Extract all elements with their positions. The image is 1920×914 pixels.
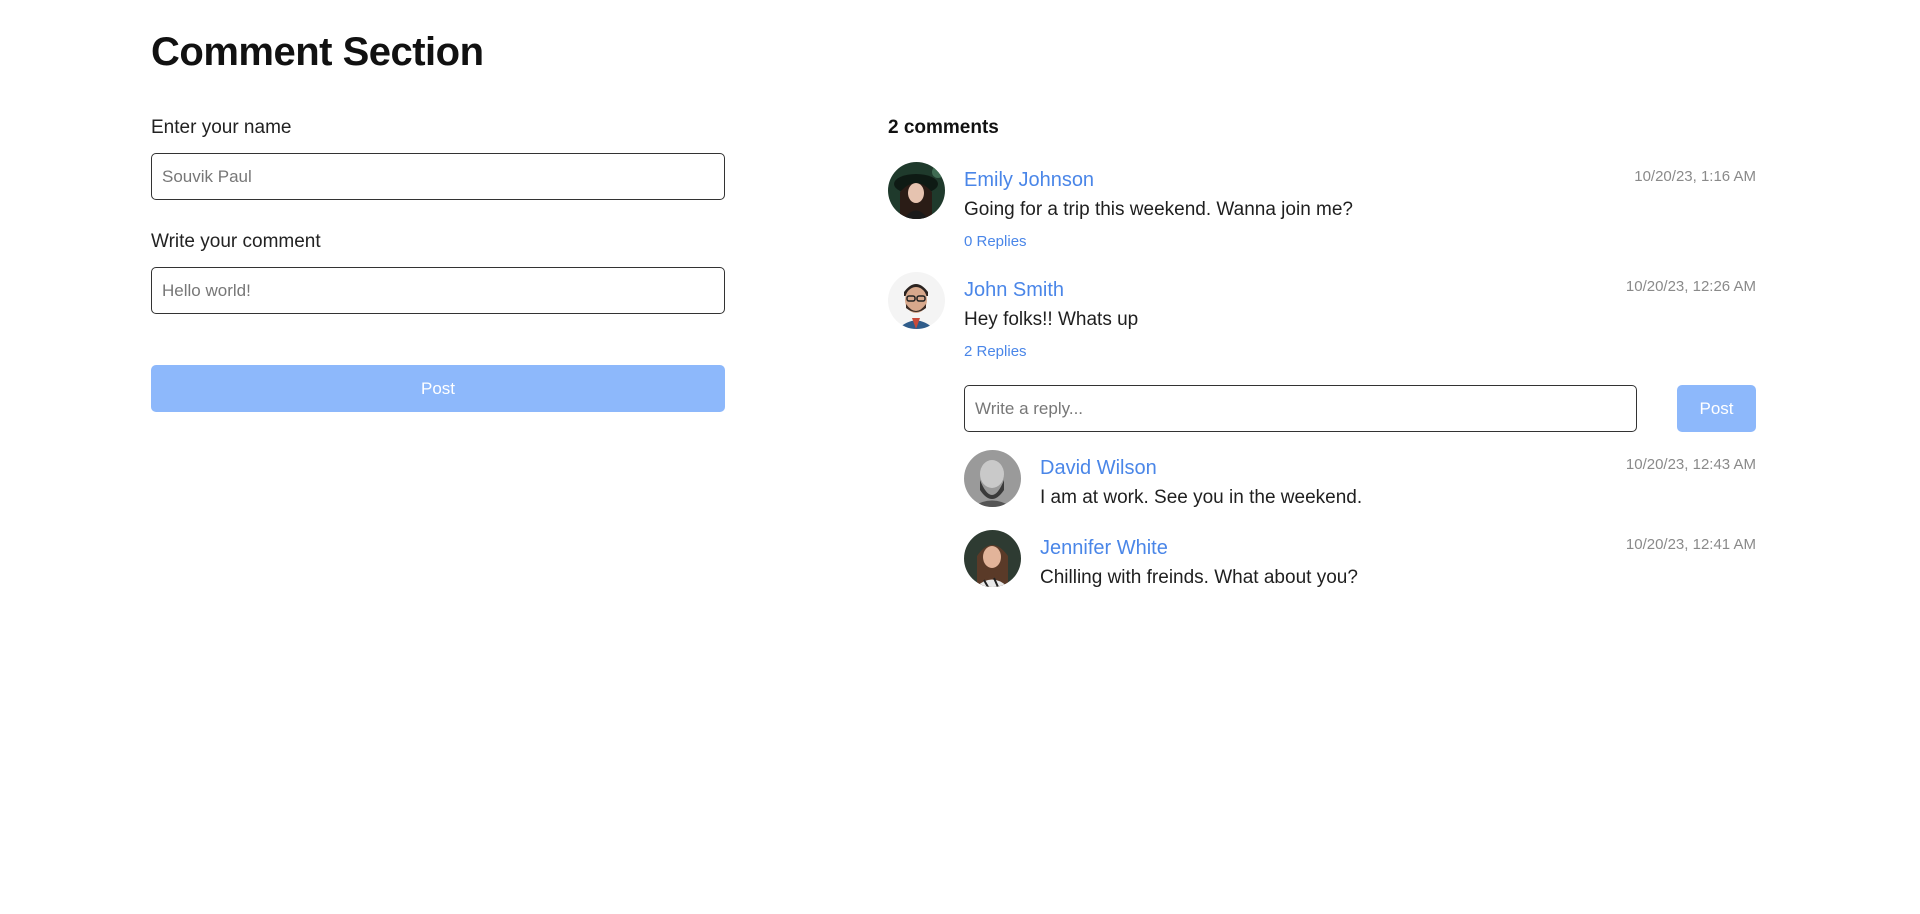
comment-timestamp: 10/20/23, 1:16 AM (1634, 168, 1756, 185)
avatar (964, 450, 1021, 507)
avatar (964, 530, 1021, 587)
replies-toggle[interactable]: 0 Replies (964, 233, 1027, 250)
comment-item: Emily Johnson 10/20/23, 1:16 AM Going fo… (888, 162, 1756, 251)
comment-field-group: Write your comment (151, 231, 725, 314)
comment-body: Emily Johnson 10/20/23, 1:16 AM Going fo… (964, 162, 1756, 251)
comment-input[interactable] (151, 267, 725, 314)
avatar-photo-icon (888, 272, 945, 329)
reply-body: Jennifer White 10/20/23, 12:41 AM Chilli… (1040, 530, 1756, 590)
comment-text: Hey folks!! Whats up (964, 309, 1139, 330)
name-field-group: Enter your name (151, 117, 725, 200)
replies-list: David Wilson 10/20/23, 12:43 AM I am at … (964, 450, 1756, 590)
reply-timestamp: 10/20/23, 12:41 AM (1625, 536, 1756, 553)
comment-label: Write your comment (151, 231, 321, 252)
page-title: Comment Section (151, 30, 484, 74)
reply-item: David Wilson 10/20/23, 12:43 AM I am at … (964, 450, 1756, 510)
reply-text: I am at work. See you in the weekend. (1040, 487, 1363, 508)
avatar-photo-icon (888, 162, 945, 219)
avatar (888, 272, 945, 329)
comment-item: John Smith 10/20/23, 12:26 AM Hey folks!… (888, 272, 1756, 361)
reply-timestamp: 10/20/23, 12:43 AM (1625, 456, 1756, 473)
post-comment-button[interactable]: Post (151, 365, 725, 412)
comments-section: 2 comments Emily Johnson 10/20/23, 1:16 … (888, 117, 1756, 590)
post-reply-button[interactable]: Post (1677, 385, 1756, 432)
reply-item: Jennifer White 10/20/23, 12:41 AM Chilli… (964, 530, 1756, 590)
comment-body: John Smith 10/20/23, 12:26 AM Hey folks!… (964, 272, 1756, 361)
reply-body: David Wilson 10/20/23, 12:43 AM I am at … (1040, 450, 1756, 510)
reply-text: Chilling with freinds. What about you? (1040, 567, 1358, 588)
avatar (888, 162, 945, 219)
comment-count: 2 comments (888, 117, 999, 138)
comment-text: Going for a trip this weekend. Wanna joi… (964, 199, 1353, 220)
replies-toggle[interactable]: 2 Replies (964, 343, 1027, 360)
name-input[interactable] (151, 153, 725, 200)
avatar-photo-icon (964, 530, 1021, 587)
name-label: Enter your name (151, 117, 292, 138)
avatar-photo-icon (964, 450, 1021, 507)
comment-timestamp: 10/20/23, 12:26 AM (1625, 278, 1756, 295)
reply-input[interactable] (964, 385, 1637, 432)
comment-form: Enter your name Write your comment Post (151, 117, 725, 412)
page: Comment Section Enter your name Write yo… (0, 0, 1920, 914)
reply-form: Post (964, 385, 1756, 432)
